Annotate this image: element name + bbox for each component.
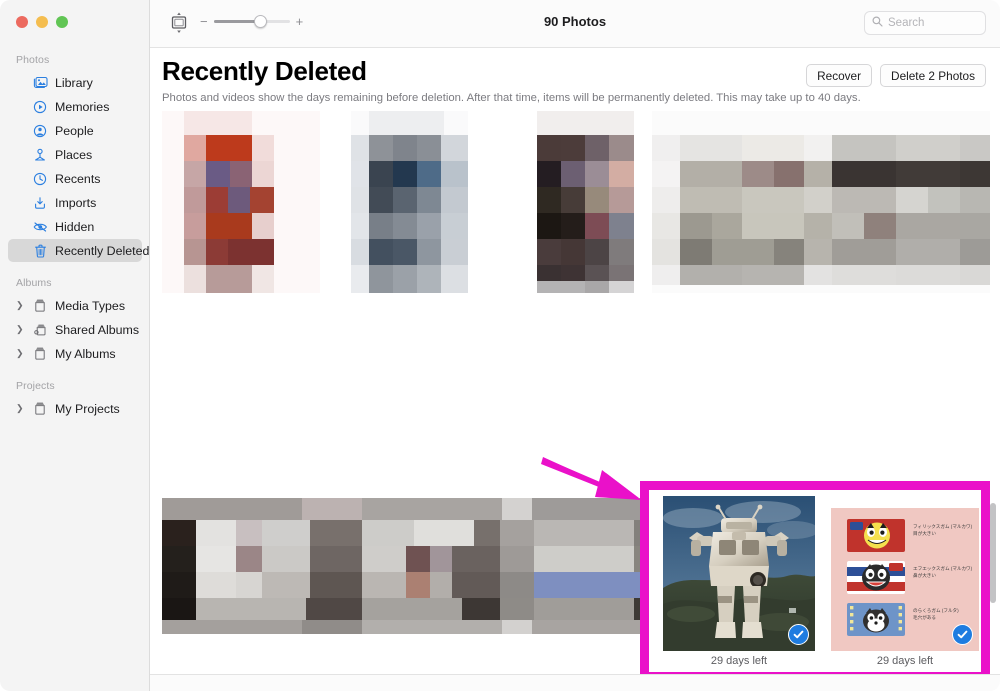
import-icon (32, 195, 48, 211)
photo-caption-days-left: 29 days left (710, 655, 768, 667)
gum-card-sub-2: 鼻が大きい (913, 572, 936, 578)
sidebar: Photos Library Memories People Places Re… (0, 0, 150, 691)
selected-photo-diving-suit[interactable]: 29 days left (663, 496, 815, 672)
photo-caption-days-left: 29 days left (876, 655, 934, 667)
photo-thumb-2[interactable] (351, 111, 468, 293)
page-subtitle: Photos and videos show the days remainin… (162, 92, 861, 104)
sidebar-item-media-types[interactable]: ❯ Media Types (8, 294, 142, 317)
gum-card-title-1: フィリックスガム (マルカワ) (913, 524, 973, 529)
gum-card-label-1: フィリックスガム (マルカワ) 目が大きい (913, 524, 975, 538)
sidebar-item-label: Places (55, 147, 93, 162)
sidebar-item-my-albums[interactable]: ❯ My Albums (8, 342, 142, 365)
photo-grid-row (162, 301, 990, 634)
sidebar-item-people[interactable]: People (8, 119, 142, 142)
memories-icon (32, 99, 48, 115)
sidebar-item-hidden[interactable]: Hidden (8, 215, 142, 238)
recover-button[interactable]: Recover (806, 64, 873, 87)
sidebar-item-my-projects[interactable]: ❯ My Projects (8, 397, 142, 420)
album-icon (32, 401, 48, 417)
chevron-right-icon[interactable]: ❯ (16, 325, 25, 334)
page-title: Recently Deleted (162, 56, 367, 86)
shared-album-icon (32, 322, 48, 338)
selection-highlight-box: 29 days left フィリックスガム (マルカワ) 目が大きい エフエック… (640, 481, 990, 681)
places-icon (32, 147, 48, 163)
delete-photos-button[interactable]: Delete 2 Photos (880, 64, 986, 87)
magenta-arrow-annotation (540, 452, 650, 512)
photo-thumb-4[interactable] (652, 111, 990, 293)
gum-card-label-2: エフエックスガム (マルカワ) 鼻が大きい (913, 566, 975, 580)
chevron-right-icon[interactable]: ❯ (16, 349, 25, 358)
hidden-eye-icon (32, 219, 48, 235)
sidebar-section-projects-label: Projects (16, 380, 55, 392)
toolbar: − + 90 Photos Search (150, 0, 1000, 48)
gum-card-sub-3: 毛穴がある (913, 614, 936, 620)
minimize-window-button[interactable] (36, 16, 48, 28)
chevron-right-icon[interactable]: ❯ (16, 404, 25, 413)
sidebar-item-imports[interactable]: Imports (8, 191, 142, 214)
sidebar-item-label: Memories (55, 99, 110, 114)
maximize-window-button[interactable] (56, 16, 68, 28)
gum-card-title-2: エフエックスガム (マルカワ) (913, 566, 973, 571)
sidebar-item-label: Media Types (55, 298, 126, 313)
gum-card-sub-1: 目が大きい (913, 530, 936, 536)
chevron-right-icon[interactable]: ❯ (16, 301, 25, 310)
clock-icon (32, 171, 48, 187)
sidebar-item-recents[interactable]: Recents (8, 167, 142, 190)
window-controls (16, 16, 68, 28)
photo-thumb-1[interactable] (162, 111, 320, 293)
album-icon (32, 346, 48, 362)
sidebar-section-photos-label: Photos (16, 54, 50, 66)
sidebar-item-library[interactable]: Library (8, 71, 142, 94)
selection-checkmark-icon[interactable] (952, 624, 973, 645)
photos-app-window: Photos Library Memories People Places Re… (0, 0, 1000, 691)
status-bar (150, 674, 1000, 691)
search-placeholder: Search (888, 17, 925, 29)
header-actions: Recover Delete 2 Photos (806, 64, 986, 87)
gum-card-label-3: のらくろガム (フルタ) 毛穴がある (913, 608, 975, 622)
sidebar-item-label: Recently Deleted (55, 243, 150, 258)
sidebar-item-memories[interactable]: Memories (8, 95, 142, 118)
selected-photo-gum-cards[interactable]: フィリックスガム (マルカワ) 目が大きい エフエックスガム (マルカワ) 鼻が… (831, 508, 979, 672)
photo-thumb-3[interactable] (537, 111, 634, 293)
close-window-button[interactable] (16, 16, 28, 28)
library-icon (32, 75, 48, 91)
sidebar-item-places[interactable]: Places (8, 143, 142, 166)
album-icon (32, 298, 48, 314)
sidebar-list: Photos Library Memories People Places Re… (0, 48, 150, 421)
sidebar-section-albums-label: Albums (16, 277, 52, 289)
sidebar-item-label: My Projects (55, 401, 120, 416)
sidebar-item-label: Recents (55, 171, 101, 186)
sidebar-item-shared-albums[interactable]: ❯ Shared Albums (8, 318, 142, 341)
sidebar-item-label: My Albums (55, 346, 116, 361)
search-icon (872, 14, 883, 32)
search-input[interactable]: Search (864, 11, 986, 35)
gum-card-row-3 (847, 603, 905, 636)
vertical-scrollbar[interactable] (990, 503, 996, 603)
sidebar-item-label: People (55, 123, 94, 138)
selection-checkmark-icon[interactable] (788, 624, 809, 645)
gum-card-row-2 (847, 561, 905, 594)
gum-card-title-3: のらくろガム (フルタ) (913, 608, 959, 613)
gum-card-row-1 (847, 519, 905, 552)
trash-icon (32, 243, 48, 259)
photo-grid-row (162, 111, 990, 301)
sidebar-item-label: Hidden (55, 219, 95, 234)
main-content: Recently Deleted Recover Delete 2 Photos… (150, 48, 1000, 691)
sidebar-item-label: Imports (55, 195, 97, 210)
sidebar-item-recently-deleted[interactable]: Recently Deleted (8, 239, 149, 262)
sidebar-item-label: Library (55, 75, 93, 90)
sidebar-item-label: Shared Albums (55, 322, 140, 337)
people-icon (32, 123, 48, 139)
